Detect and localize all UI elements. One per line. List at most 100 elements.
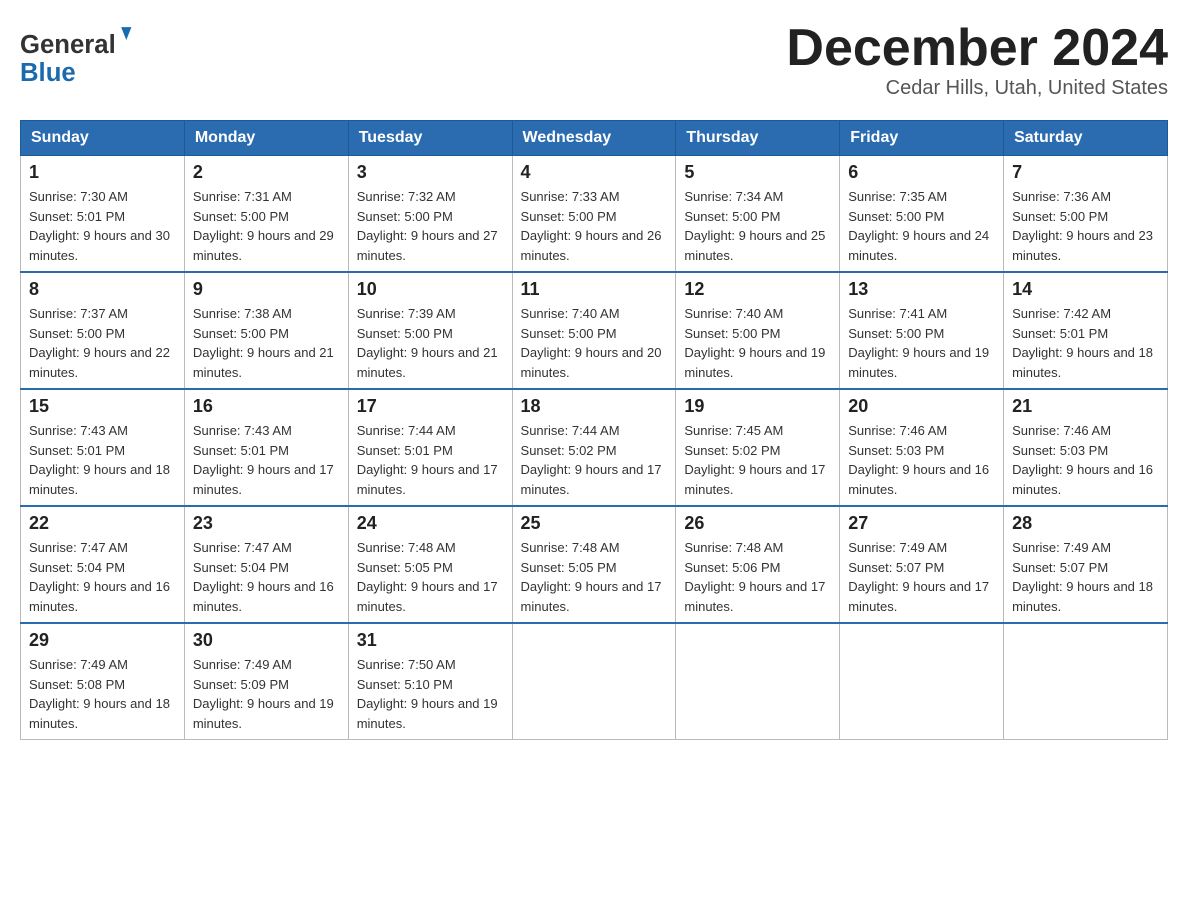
- day-cell: 18 Sunrise: 7:44 AMSunset: 5:02 PMDaylig…: [512, 389, 676, 506]
- day-info: Sunrise: 7:41 AMSunset: 5:00 PMDaylight:…: [848, 306, 989, 380]
- day-number: 4: [521, 162, 668, 183]
- day-info: Sunrise: 7:40 AMSunset: 5:00 PMDaylight:…: [684, 306, 825, 380]
- day-cell: 26 Sunrise: 7:48 AMSunset: 5:06 PMDaylig…: [676, 506, 840, 623]
- day-number: 13: [848, 279, 995, 300]
- day-number: 22: [29, 513, 176, 534]
- day-info: Sunrise: 7:36 AMSunset: 5:00 PMDaylight:…: [1012, 189, 1153, 263]
- day-cell: 21 Sunrise: 7:46 AMSunset: 5:03 PMDaylig…: [1004, 389, 1168, 506]
- day-cell: 13 Sunrise: 7:41 AMSunset: 5:00 PMDaylig…: [840, 272, 1004, 389]
- day-info: Sunrise: 7:44 AMSunset: 5:01 PMDaylight:…: [357, 423, 498, 497]
- day-number: 18: [521, 396, 668, 417]
- weekday-header-tuesday: Tuesday: [348, 121, 512, 156]
- logo-svg: General Blue: [20, 20, 140, 90]
- day-cell: 2 Sunrise: 7:31 AMSunset: 5:00 PMDayligh…: [184, 156, 348, 273]
- day-info: Sunrise: 7:46 AMSunset: 5:03 PMDaylight:…: [1012, 423, 1153, 497]
- day-info: Sunrise: 7:40 AMSunset: 5:00 PMDaylight:…: [521, 306, 662, 380]
- day-info: Sunrise: 7:47 AMSunset: 5:04 PMDaylight:…: [29, 540, 170, 614]
- day-number: 14: [1012, 279, 1159, 300]
- day-number: 29: [29, 630, 176, 651]
- day-info: Sunrise: 7:47 AMSunset: 5:04 PMDaylight:…: [193, 540, 334, 614]
- day-cell: 25 Sunrise: 7:48 AMSunset: 5:05 PMDaylig…: [512, 506, 676, 623]
- day-number: 24: [357, 513, 504, 534]
- day-info: Sunrise: 7:48 AMSunset: 5:06 PMDaylight:…: [684, 540, 825, 614]
- day-info: Sunrise: 7:45 AMSunset: 5:02 PMDaylight:…: [684, 423, 825, 497]
- day-number: 21: [1012, 396, 1159, 417]
- weekday-header-monday: Monday: [184, 121, 348, 156]
- page-header: General Blue December 2024 Cedar Hills, …: [20, 20, 1168, 100]
- day-number: 6: [848, 162, 995, 183]
- day-number: 26: [684, 513, 831, 534]
- location: Cedar Hills, Utah, United States: [786, 77, 1168, 100]
- day-cell: 17 Sunrise: 7:44 AMSunset: 5:01 PMDaylig…: [348, 389, 512, 506]
- day-cell: 19 Sunrise: 7:45 AMSunset: 5:02 PMDaylig…: [676, 389, 840, 506]
- day-number: 12: [684, 279, 831, 300]
- day-number: 30: [193, 630, 340, 651]
- day-number: 31: [357, 630, 504, 651]
- day-info: Sunrise: 7:49 AMSunset: 5:07 PMDaylight:…: [848, 540, 989, 614]
- day-cell: 31 Sunrise: 7:50 AMSunset: 5:10 PMDaylig…: [348, 623, 512, 740]
- day-info: Sunrise: 7:49 AMSunset: 5:08 PMDaylight:…: [29, 657, 170, 731]
- day-number: 25: [521, 513, 668, 534]
- day-number: 28: [1012, 513, 1159, 534]
- day-number: 1: [29, 162, 176, 183]
- day-info: Sunrise: 7:30 AMSunset: 5:01 PMDaylight:…: [29, 189, 170, 263]
- day-cell: 22 Sunrise: 7:47 AMSunset: 5:04 PMDaylig…: [21, 506, 185, 623]
- svg-text:Blue: Blue: [20, 59, 76, 87]
- day-info: Sunrise: 7:50 AMSunset: 5:10 PMDaylight:…: [357, 657, 498, 731]
- day-cell: 27 Sunrise: 7:49 AMSunset: 5:07 PMDaylig…: [840, 506, 1004, 623]
- day-cell: 4 Sunrise: 7:33 AMSunset: 5:00 PMDayligh…: [512, 156, 676, 273]
- svg-text:General: General: [20, 31, 116, 59]
- weekday-header-thursday: Thursday: [676, 121, 840, 156]
- day-info: Sunrise: 7:43 AMSunset: 5:01 PMDaylight:…: [193, 423, 334, 497]
- day-cell: [1004, 623, 1168, 740]
- day-cell: 8 Sunrise: 7:37 AMSunset: 5:00 PMDayligh…: [21, 272, 185, 389]
- day-number: 5: [684, 162, 831, 183]
- day-info: Sunrise: 7:33 AMSunset: 5:00 PMDaylight:…: [521, 189, 662, 263]
- day-info: Sunrise: 7:39 AMSunset: 5:00 PMDaylight:…: [357, 306, 498, 380]
- day-cell: [840, 623, 1004, 740]
- day-info: Sunrise: 7:38 AMSunset: 5:00 PMDaylight:…: [193, 306, 334, 380]
- day-number: 20: [848, 396, 995, 417]
- day-cell: 7 Sunrise: 7:36 AMSunset: 5:00 PMDayligh…: [1004, 156, 1168, 273]
- day-info: Sunrise: 7:43 AMSunset: 5:01 PMDaylight:…: [29, 423, 170, 497]
- day-info: Sunrise: 7:34 AMSunset: 5:00 PMDaylight:…: [684, 189, 825, 263]
- day-cell: 16 Sunrise: 7:43 AMSunset: 5:01 PMDaylig…: [184, 389, 348, 506]
- week-row-1: 1 Sunrise: 7:30 AMSunset: 5:01 PMDayligh…: [21, 156, 1168, 273]
- day-cell: 10 Sunrise: 7:39 AMSunset: 5:00 PMDaylig…: [348, 272, 512, 389]
- day-number: 11: [521, 279, 668, 300]
- day-cell: 3 Sunrise: 7:32 AMSunset: 5:00 PMDayligh…: [348, 156, 512, 273]
- day-cell: 6 Sunrise: 7:35 AMSunset: 5:00 PMDayligh…: [840, 156, 1004, 273]
- week-row-4: 22 Sunrise: 7:47 AMSunset: 5:04 PMDaylig…: [21, 506, 1168, 623]
- day-cell: [512, 623, 676, 740]
- week-row-3: 15 Sunrise: 7:43 AMSunset: 5:01 PMDaylig…: [21, 389, 1168, 506]
- weekday-header-saturday: Saturday: [1004, 121, 1168, 156]
- day-info: Sunrise: 7:49 AMSunset: 5:07 PMDaylight:…: [1012, 540, 1153, 614]
- day-info: Sunrise: 7:37 AMSunset: 5:00 PMDaylight:…: [29, 306, 170, 380]
- day-number: 15: [29, 396, 176, 417]
- day-cell: 20 Sunrise: 7:46 AMSunset: 5:03 PMDaylig…: [840, 389, 1004, 506]
- day-info: Sunrise: 7:31 AMSunset: 5:00 PMDaylight:…: [193, 189, 334, 263]
- day-cell: 12 Sunrise: 7:40 AMSunset: 5:00 PMDaylig…: [676, 272, 840, 389]
- day-number: 23: [193, 513, 340, 534]
- day-info: Sunrise: 7:42 AMSunset: 5:01 PMDaylight:…: [1012, 306, 1153, 380]
- day-info: Sunrise: 7:46 AMSunset: 5:03 PMDaylight:…: [848, 423, 989, 497]
- day-number: 27: [848, 513, 995, 534]
- day-info: Sunrise: 7:49 AMSunset: 5:09 PMDaylight:…: [193, 657, 334, 731]
- weekday-header-wednesday: Wednesday: [512, 121, 676, 156]
- day-cell: 30 Sunrise: 7:49 AMSunset: 5:09 PMDaylig…: [184, 623, 348, 740]
- day-number: 9: [193, 279, 340, 300]
- day-number: 16: [193, 396, 340, 417]
- day-number: 7: [1012, 162, 1159, 183]
- day-cell: 9 Sunrise: 7:38 AMSunset: 5:00 PMDayligh…: [184, 272, 348, 389]
- day-cell: 28 Sunrise: 7:49 AMSunset: 5:07 PMDaylig…: [1004, 506, 1168, 623]
- month-title: December 2024: [786, 20, 1168, 77]
- day-cell: 1 Sunrise: 7:30 AMSunset: 5:01 PMDayligh…: [21, 156, 185, 273]
- day-info: Sunrise: 7:32 AMSunset: 5:00 PMDaylight:…: [357, 189, 498, 263]
- day-number: 17: [357, 396, 504, 417]
- weekday-header-row: SundayMondayTuesdayWednesdayThursdayFrid…: [21, 121, 1168, 156]
- day-cell: 14 Sunrise: 7:42 AMSunset: 5:01 PMDaylig…: [1004, 272, 1168, 389]
- title-section: December 2024 Cedar Hills, Utah, United …: [786, 20, 1168, 100]
- day-cell: 24 Sunrise: 7:48 AMSunset: 5:05 PMDaylig…: [348, 506, 512, 623]
- day-cell: 5 Sunrise: 7:34 AMSunset: 5:00 PMDayligh…: [676, 156, 840, 273]
- logo: General Blue: [20, 20, 140, 90]
